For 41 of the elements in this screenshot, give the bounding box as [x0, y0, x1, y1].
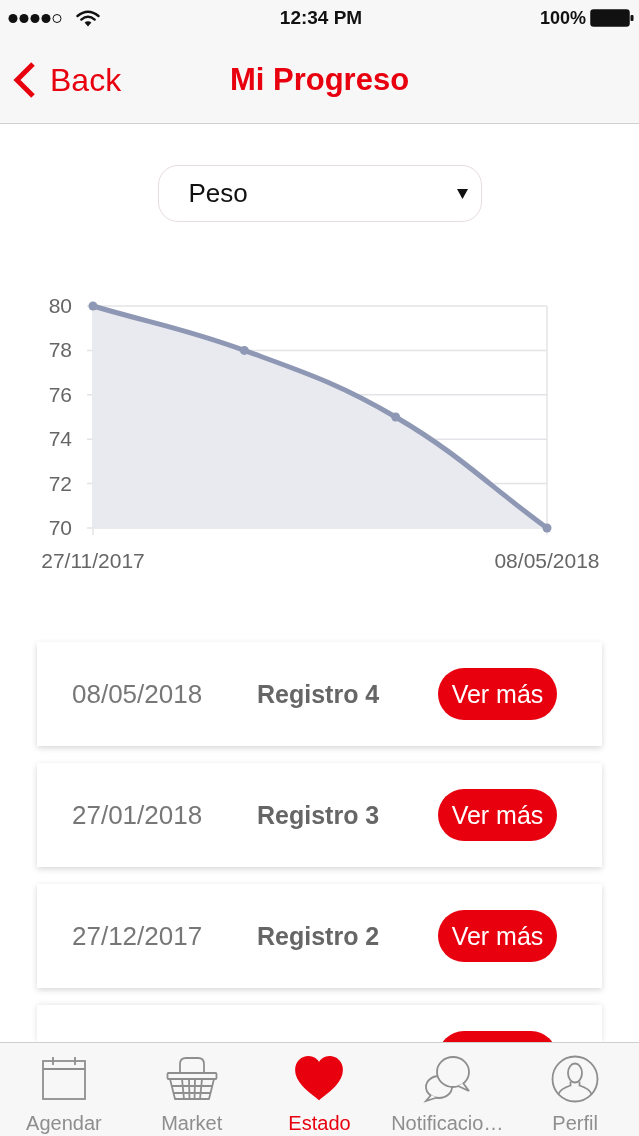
- y-axis-label: 80: [48, 294, 72, 317]
- record-title: Registro 4: [257, 679, 380, 709]
- y-axis-label: 70: [48, 516, 72, 539]
- calendar-icon: [40, 1055, 87, 1103]
- back-button[interactable]: Back: [0, 59, 126, 100]
- record-title: Registro 3: [257, 800, 380, 830]
- status-time: 12:34 PM: [279, 7, 363, 29]
- tab-bar-item[interactable]: Market: [127, 1043, 256, 1136]
- tab-bar-item[interactable]: Agendar: [0, 1043, 128, 1136]
- record-title: Registro 2: [257, 921, 380, 951]
- view-more-button[interactable]: Ver más: [438, 789, 557, 841]
- tab-bar-item[interactable]: Perfil: [511, 1043, 639, 1136]
- y-axis-label: 74: [48, 427, 72, 451]
- chat-bubbles-icon: [422, 1055, 473, 1103]
- metric-select[interactable]: Peso: [157, 165, 482, 222]
- x-axis-label: 27/11/2017: [41, 549, 145, 572]
- x-axis-label: 08/05/2018: [494, 549, 600, 572]
- y-axis-label: 76: [48, 382, 72, 406]
- tab-bar-item[interactable]: Estado: [255, 1043, 384, 1136]
- view-more-button[interactable]: Ver más: [438, 668, 557, 720]
- data-point: [391, 412, 401, 422]
- basket-icon: [165, 1055, 218, 1103]
- view-more-button[interactable]: Ver más: [438, 910, 557, 962]
- tab-bar-item[interactable]: Notificacio…: [383, 1043, 512, 1136]
- heart-icon: [294, 1055, 345, 1103]
- data-point: [239, 345, 249, 355]
- chevron-left-icon: [12, 60, 36, 99]
- record-date: 08/05/2018: [72, 678, 203, 710]
- record-date: 27/01/2018: [72, 799, 203, 831]
- data-point: [542, 523, 552, 533]
- wifi-icon: [76, 9, 100, 27]
- signal-icon: [8, 12, 62, 24]
- screen-title: Mi Progreso: [229, 60, 410, 99]
- record-date: 27/12/2017: [72, 920, 203, 952]
- person-icon: [551, 1055, 600, 1103]
- y-axis-label: 72: [48, 471, 72, 495]
- y-axis-label: 78: [48, 338, 72, 362]
- battery-percent: 100%: [539, 7, 586, 29]
- data-point: [88, 301, 98, 311]
- battery-icon: [590, 9, 634, 27]
- caret-icon: [456, 188, 468, 199]
